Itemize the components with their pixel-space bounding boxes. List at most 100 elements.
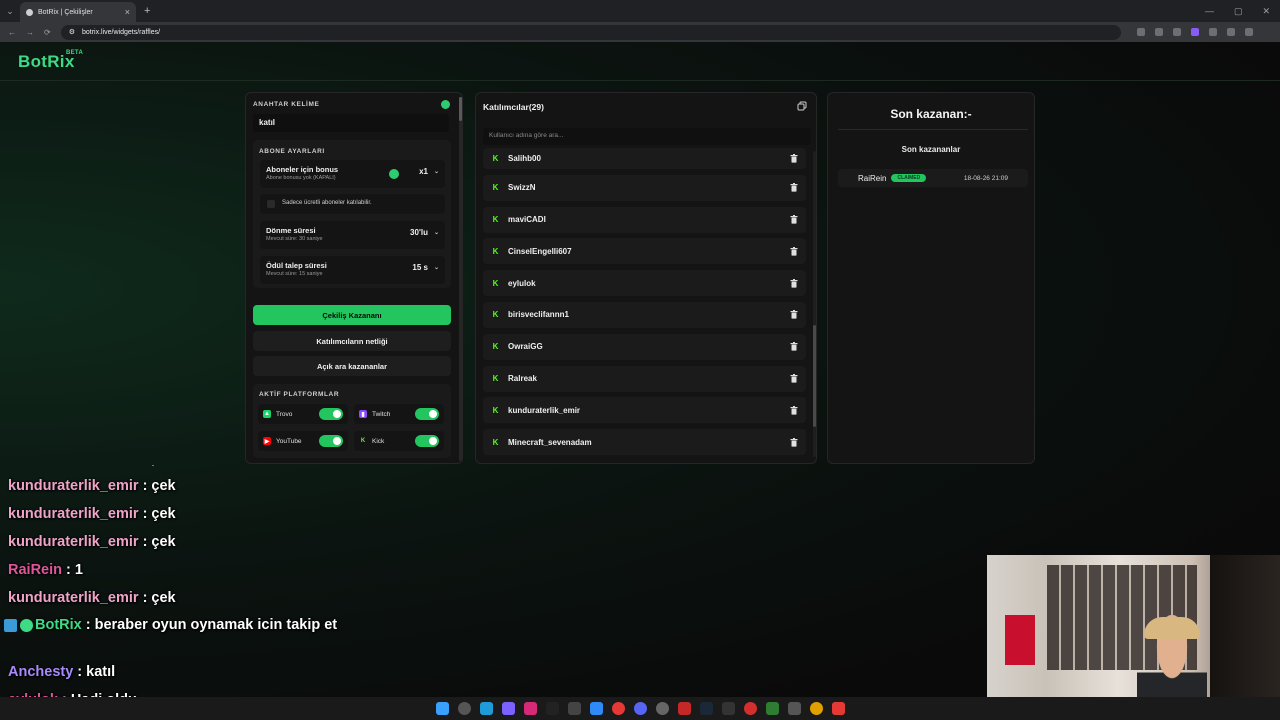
extensions-puzzle-icon[interactable] [1208,28,1217,36]
chat-text: : 1 [66,562,83,578]
chat-text: : çek [142,534,176,550]
browser-tab[interactable]: BotRix | Çekilişler × [20,2,136,22]
delete-participant-icon[interactable] [790,183,798,192]
maximize-icon[interactable]: ▢ [1234,6,1243,17]
open-winners-button[interactable]: Açık ara kazananlar [253,356,451,376]
bookmark-star-icon[interactable] [1172,28,1181,36]
epic-games-icon[interactable] [721,702,735,715]
platform-youtube-label: YouTube [276,437,302,445]
subscriber-settings-card: ABONE AYARLARI Aboneler için bonus Abone… [253,140,451,288]
opera-gx-icon[interactable] [743,702,757,715]
forward-icon[interactable]: → [26,28,34,37]
youtube-toggle[interactable] [319,435,343,447]
chat-message: Anchesty: katıl [8,660,348,688]
participant-row: Kkunduraterlik_emir [483,397,806,424]
delete-participant-icon[interactable] [790,278,798,288]
delete-participant-icon[interactable] [790,310,798,320]
keyword-input[interactable]: katıl [253,114,449,132]
start-menu-icon[interactable] [435,702,449,715]
search-icon[interactable] [457,702,471,715]
settings-scrollbar[interactable] [459,97,462,461]
window-controls: — ▢ ✕ [1205,6,1280,17]
spin-duration-select[interactable]: 30'lu ⌄ [410,228,439,237]
chrome-active-icon[interactable] [809,702,823,715]
subscriber-bonus-row: Aboneler için bonus Abone bonusu yok (KA… [260,160,445,188]
bonus-multiplier-value: x1 [419,167,428,176]
close-window-icon[interactable]: ✕ [1262,6,1270,17]
claim-duration-select[interactable]: 15 s ⌄ [412,263,439,272]
participant-row: K Ralreak [483,365,806,392]
delete-participant-icon[interactable] [790,215,798,224]
profile-avatar-icon[interactable] [1226,28,1235,36]
delete-participant-icon[interactable] [790,405,798,415]
winner-row[interactable]: RaiRein CLAIMED 18-08-26 21:09 [838,169,1028,187]
settings-scrollbar-thumb[interactable] [459,97,462,121]
minimize-icon[interactable]: — [1205,6,1214,17]
platform-youtube: ▶ YouTube [258,431,348,451]
recent-winners-label: Son kazananlar [901,145,961,154]
bonus-multiplier-select[interactable]: x1 ⌄ [419,167,439,176]
tiktok-icon[interactable] [545,702,559,715]
back-icon[interactable]: ← [8,28,16,37]
chevron-down-icon: ⌄ [433,169,439,175]
delete-participant-icon[interactable] [790,374,798,383]
extension-icon[interactable] [1190,28,1199,36]
bonus-status-icon [389,169,399,179]
capture-icon[interactable] [567,702,581,715]
delete-participant-icon[interactable] [790,154,798,163]
participants-scrollbar-thumb[interactable] [813,325,816,427]
participant-row: K Salihb00 [483,148,806,169]
address-bar: ← → ⟳ ⚙ botrix.live/widgets/raffles/ [0,22,1280,42]
kick-icon: K [360,438,366,444]
youtube-icon: ▶ [263,437,271,445]
new-tab-icon[interactable]: + [144,5,150,17]
record-icon[interactable] [831,702,845,715]
obs-icon[interactable] [655,702,669,715]
chat-text: : çek [142,590,176,606]
instagram-icon[interactable] [523,702,537,715]
app-icon[interactable] [589,702,603,715]
site-info-icon[interactable]: ⚙ [69,28,75,36]
zoom-icon[interactable] [1154,28,1163,36]
platform-trovo-label: Trovo [276,410,293,418]
tab-search-icon[interactable]: ⌄ [0,6,20,17]
paid-only-checkbox[interactable] [267,200,275,208]
url-field[interactable]: ⚙ botrix.live/widgets/raffles/ [60,24,1121,40]
active-platforms-card: AKTİF PLATFORMLAR ▲ Trovo ▮ Twitch ▶ You… [253,384,451,458]
chrome-icon[interactable] [611,702,625,715]
xbox-icon[interactable] [765,702,779,715]
delete-participant-icon[interactable] [790,437,798,447]
reload-icon[interactable]: ⟳ [44,28,51,37]
discord-icon[interactable] [633,702,647,715]
copilot-icon[interactable] [501,702,515,715]
chat-message: kunduraterlik_emir: çek [8,530,348,558]
kick-toggle[interactable] [415,435,439,447]
delete-participant-icon[interactable] [790,342,798,351]
menu-dots-icon[interactable] [1244,28,1253,36]
steam-icon[interactable] [699,702,713,715]
winner-date: 18-08-26 21:09 [963,174,1008,182]
notes-icon[interactable] [787,702,801,715]
close-tab-icon[interactable]: × [125,7,130,17]
paid-only-row[interactable]: Sadece ücretli aboneler katılabilir. [260,194,445,214]
trovo-icon: ▲ [263,410,271,418]
botrix-logo[interactable]: BotRix BETA [18,50,83,72]
edge-icon[interactable] [479,702,493,715]
delete-participant-icon[interactable] [790,246,798,256]
copy-icon[interactable] [797,101,807,111]
clear-participants-button[interactable]: Katılımcıların netliği [253,331,451,351]
calendar-icon[interactable] [677,702,691,715]
browser-toolbar-icons [1136,28,1253,36]
browser-tab-bar: ⌄ BotRix | Çekilişler × + — ▢ ✕ [0,0,1280,22]
chat-username: kunduraterlik_emir [8,506,139,522]
participant-search-input[interactable]: Kullanıcı adına göre ara... [483,128,811,145]
twitch-toggle[interactable] [415,408,439,420]
chevron-down-icon: ⌄ [433,230,439,236]
chat-text: : çek [142,506,176,522]
winner-name: RaiRein [858,173,887,183]
participant-name: eylulok [508,278,536,288]
kick-icon: K [492,215,499,225]
draw-winner-button[interactable]: Çekiliş Kazananı [253,305,451,325]
trovo-toggle[interactable] [319,408,343,420]
translate-icon[interactable] [1136,28,1145,36]
